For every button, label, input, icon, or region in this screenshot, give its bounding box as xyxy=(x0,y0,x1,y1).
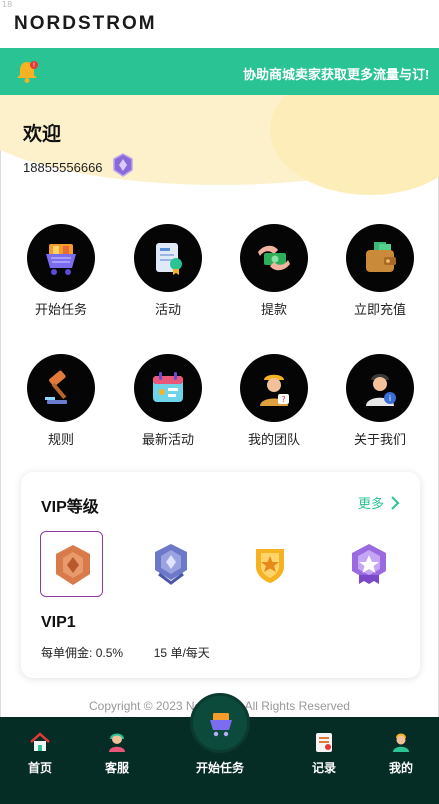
latest-activity-label: 最新活动 xyxy=(141,432,194,447)
certificate-icon[interactable] xyxy=(134,224,202,292)
tab-records-label: 记录 xyxy=(311,761,336,775)
brand-logo[interactable]: NORDSTROM xyxy=(14,13,157,35)
start-task-fab[interactable] xyxy=(190,693,250,753)
about-person-icon[interactable]: i xyxy=(346,354,414,422)
latest-activity-item[interactable]: 最新活动 xyxy=(123,354,213,448)
customer-service-icon xyxy=(109,733,125,752)
tab-service-label: 客服 xyxy=(104,761,129,775)
vip-more-link[interactable]: 更多 xyxy=(358,493,400,512)
vip-badge-3[interactable] xyxy=(238,531,301,597)
cash-hand-icon[interactable] xyxy=(240,224,308,292)
withdraw-label: 提款 xyxy=(260,302,287,317)
activity-label: 活动 xyxy=(154,302,181,317)
calendar-icon[interactable] xyxy=(134,354,202,422)
top-bar: 18 NORDSTROM xyxy=(0,0,439,48)
start-task-item[interactable]: 开始任务 xyxy=(16,224,106,318)
vip-badge-1[interactable] xyxy=(40,531,103,597)
svg-text:!: ! xyxy=(33,62,35,69)
commission-label: 每单佣金: xyxy=(41,646,93,660)
gavel-icon[interactable] xyxy=(27,354,95,422)
tab-home[interactable]: 首页 xyxy=(10,731,70,776)
recharge-item[interactable]: 立即充值 xyxy=(335,224,425,318)
records-icon xyxy=(316,733,332,752)
home-icon xyxy=(30,732,50,751)
notice-text: 协助商城卖家获取更多流量与订! xyxy=(243,67,430,82)
tab-service[interactable]: 客服 xyxy=(87,731,147,776)
chevron-right-icon xyxy=(391,495,400,510)
vip-current-level: VIP1 xyxy=(41,614,76,631)
app-page: 18 NORDSTROM ! 协助商城卖家获取更多流量与订! 欢迎 188555… xyxy=(0,0,439,804)
hero-background xyxy=(0,95,439,205)
about-us-label: 关于我们 xyxy=(353,432,406,447)
gold-badge-icon xyxy=(256,549,284,583)
user-phone: 18855556666 xyxy=(23,160,103,175)
my-team-label: 我的团队 xyxy=(247,432,300,447)
wallet-icon[interactable] xyxy=(346,224,414,292)
start-task-fab-label: 开始任务 xyxy=(195,761,244,775)
corner-tag: 18 xyxy=(2,0,13,9)
vip-title: VIP等级 xyxy=(41,499,99,516)
vip-badge-2[interactable] xyxy=(139,531,202,597)
tab-home-label: 首页 xyxy=(27,761,52,775)
vip-level-badge-icon xyxy=(113,153,133,177)
tab-mine-label: 我的 xyxy=(388,761,413,775)
bell-icon[interactable]: ! xyxy=(14,59,40,85)
vip-more-label: 更多 xyxy=(357,496,384,511)
team-worker-icon[interactable]: ? xyxy=(240,354,308,422)
vip-badge-list xyxy=(40,531,400,597)
commission-value: 0.5% xyxy=(95,646,124,660)
my-team-item[interactable]: ? 我的团队 xyxy=(229,354,319,448)
orders-count: 15 xyxy=(153,646,168,660)
svg-text:?: ? xyxy=(281,395,285,404)
silver-badge-icon xyxy=(155,544,187,585)
vip-commission-info: 每单佣金: 0.5% 15 单/每天 xyxy=(41,644,210,661)
rules-item[interactable]: 规则 xyxy=(16,354,106,448)
notice-bar[interactable]: ! 协助商城卖家获取更多流量与订! xyxy=(0,48,439,95)
tab-records[interactable]: 记录 xyxy=(294,731,354,776)
vip-level-card: VIP等级 更多 VIP1 每单佣金: 0.5% 15 单/每天 xyxy=(21,472,420,678)
start-task-label: 开始任务 xyxy=(34,302,87,317)
bronze-badge-icon xyxy=(56,545,90,585)
recharge-label: 立即充值 xyxy=(353,302,406,317)
about-us-item[interactable]: i 关于我们 xyxy=(335,354,425,448)
vip-badge-4[interactable] xyxy=(337,531,400,597)
purple-badge-icon xyxy=(352,544,386,584)
welcome-heading: 欢迎 xyxy=(23,124,62,145)
orders-unit: 单/每天 xyxy=(170,646,210,660)
cart-icon[interactable] xyxy=(27,224,95,292)
rules-label: 规则 xyxy=(47,432,74,447)
withdraw-item[interactable]: 提款 xyxy=(229,224,319,318)
activity-item[interactable]: 活动 xyxy=(123,224,213,318)
cart-icon xyxy=(210,713,232,737)
profile-icon xyxy=(393,733,409,752)
tab-mine[interactable]: 我的 xyxy=(371,731,431,776)
svg-text:i: i xyxy=(389,394,391,403)
